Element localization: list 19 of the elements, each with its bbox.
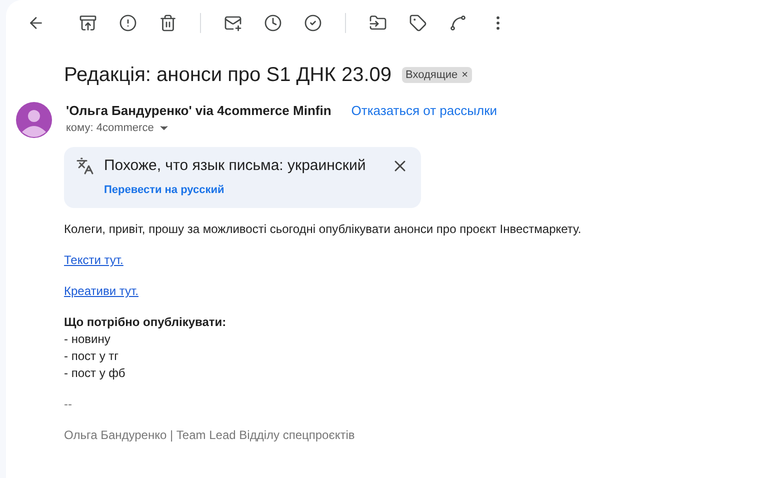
link[interactable]: Креативи тут. bbox=[64, 284, 138, 298]
list-item: - пост у фб bbox=[64, 366, 126, 380]
list-item: - пост у тг bbox=[64, 349, 120, 363]
sender-name: 'Ольга Бандуренко' via 4commerce Minfin bbox=[66, 103, 332, 118]
unsubscribe-link[interactable]: Отказаться от рассылки bbox=[351, 103, 498, 118]
recipient-dropdown[interactable]: кому: 4commerce bbox=[66, 122, 498, 134]
avatar bbox=[16, 102, 52, 138]
email-subject: Редакція: анонси про S1 ДНК 23.09 bbox=[64, 64, 392, 86]
label-chip: Входящие × bbox=[402, 67, 472, 83]
remove-label-button[interactable]: × bbox=[462, 69, 468, 81]
list-heading: Що потрібно опублікувати: bbox=[64, 315, 228, 329]
translate-link[interactable]: Перевести на русский bbox=[104, 184, 381, 196]
link[interactable]: Тексти тут. bbox=[64, 253, 124, 267]
message-text: Колеги, привіт, прошу за можливості сьогодні опублікувати анонси про проєкт Інвестмаркету. bbox=[64, 222, 582, 236]
banner-message: Похоже, что язык письма: украинский bbox=[104, 157, 367, 174]
list-item: - новину bbox=[64, 332, 112, 346]
signature-text: -- bbox=[64, 397, 73, 411]
translate-icon bbox=[76, 157, 94, 175]
signature-text: Ольга Бандуренко | Team Lead Відділу спецпроєктів bbox=[64, 428, 356, 442]
